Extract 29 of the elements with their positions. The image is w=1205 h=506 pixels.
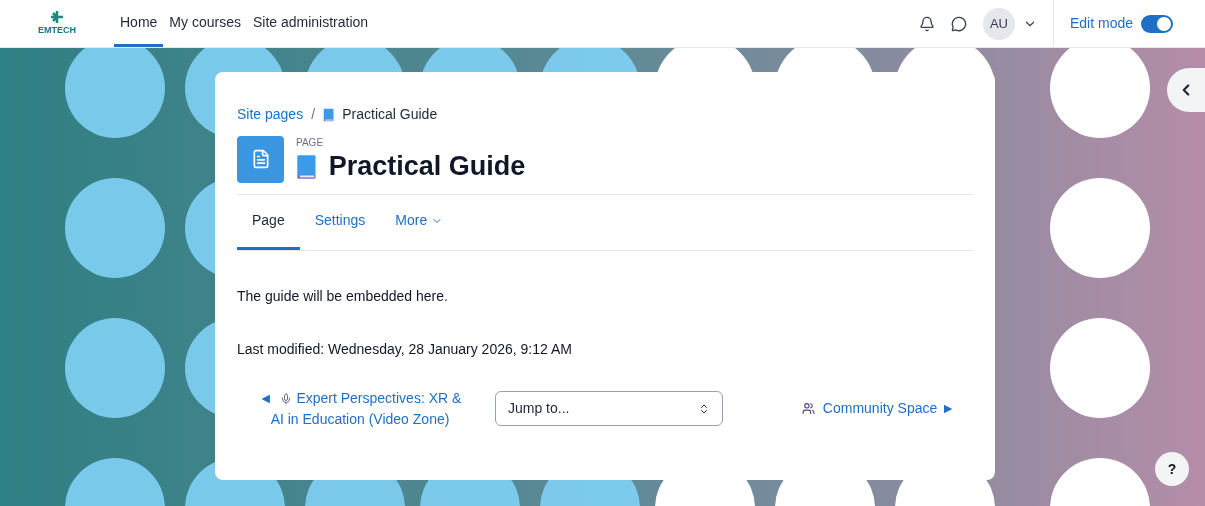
logo-icon: [50, 9, 64, 24]
book-icon: [323, 107, 335, 122]
page-title: Practical Guide: [328, 150, 526, 183]
nav-link[interactable]: Site administration: [246, 0, 375, 47]
page-content-text: The guide will be embedded here.: [237, 286, 449, 306]
user-avatar[interactable]: AU: [982, 7, 1015, 40]
breadcrumb-current: Practical Guide: [342, 105, 438, 124]
jump-to-select[interactable]: Jump to...: [495, 391, 723, 427]
breadcrumb-link[interactable]: Site pages: [237, 104, 304, 125]
messages-icon[interactable]: [950, 15, 967, 32]
breadcrumb-separator: /: [311, 105, 316, 124]
select-arrows-icon: [698, 402, 710, 415]
nav-link[interactable]: My courses: [163, 0, 247, 47]
next-activity-link[interactable]: Community Space ►: [801, 398, 955, 420]
more-menu-tab[interactable]: More: [380, 194, 459, 250]
edit-mode-toggle[interactable]: [1141, 14, 1173, 33]
notification-bell-icon[interactable]: [918, 15, 935, 32]
previous-activity-link[interactable]: ◄ Expert Perspectives: XR & AI in Education (Video Zone): [255, 387, 465, 430]
logo-text: EMTECH: [38, 23, 76, 37]
page-tab[interactable]: Page: [237, 194, 300, 250]
book-icon: [296, 153, 317, 180]
microphone-icon: [280, 393, 293, 406]
page-type-label: PAGE: [296, 136, 325, 150]
last-modified-text: Last modified: Wednesday, 28 January 2026, 9:12 AM: [237, 339, 573, 359]
people-icon: [801, 402, 815, 416]
page-tab[interactable]: Settings: [299, 194, 381, 250]
edit-mode-label: Edit mode: [1069, 14, 1133, 33]
site-logo[interactable]: EMTECH: [32, 9, 82, 38]
page-activity-icon: [237, 135, 284, 183]
